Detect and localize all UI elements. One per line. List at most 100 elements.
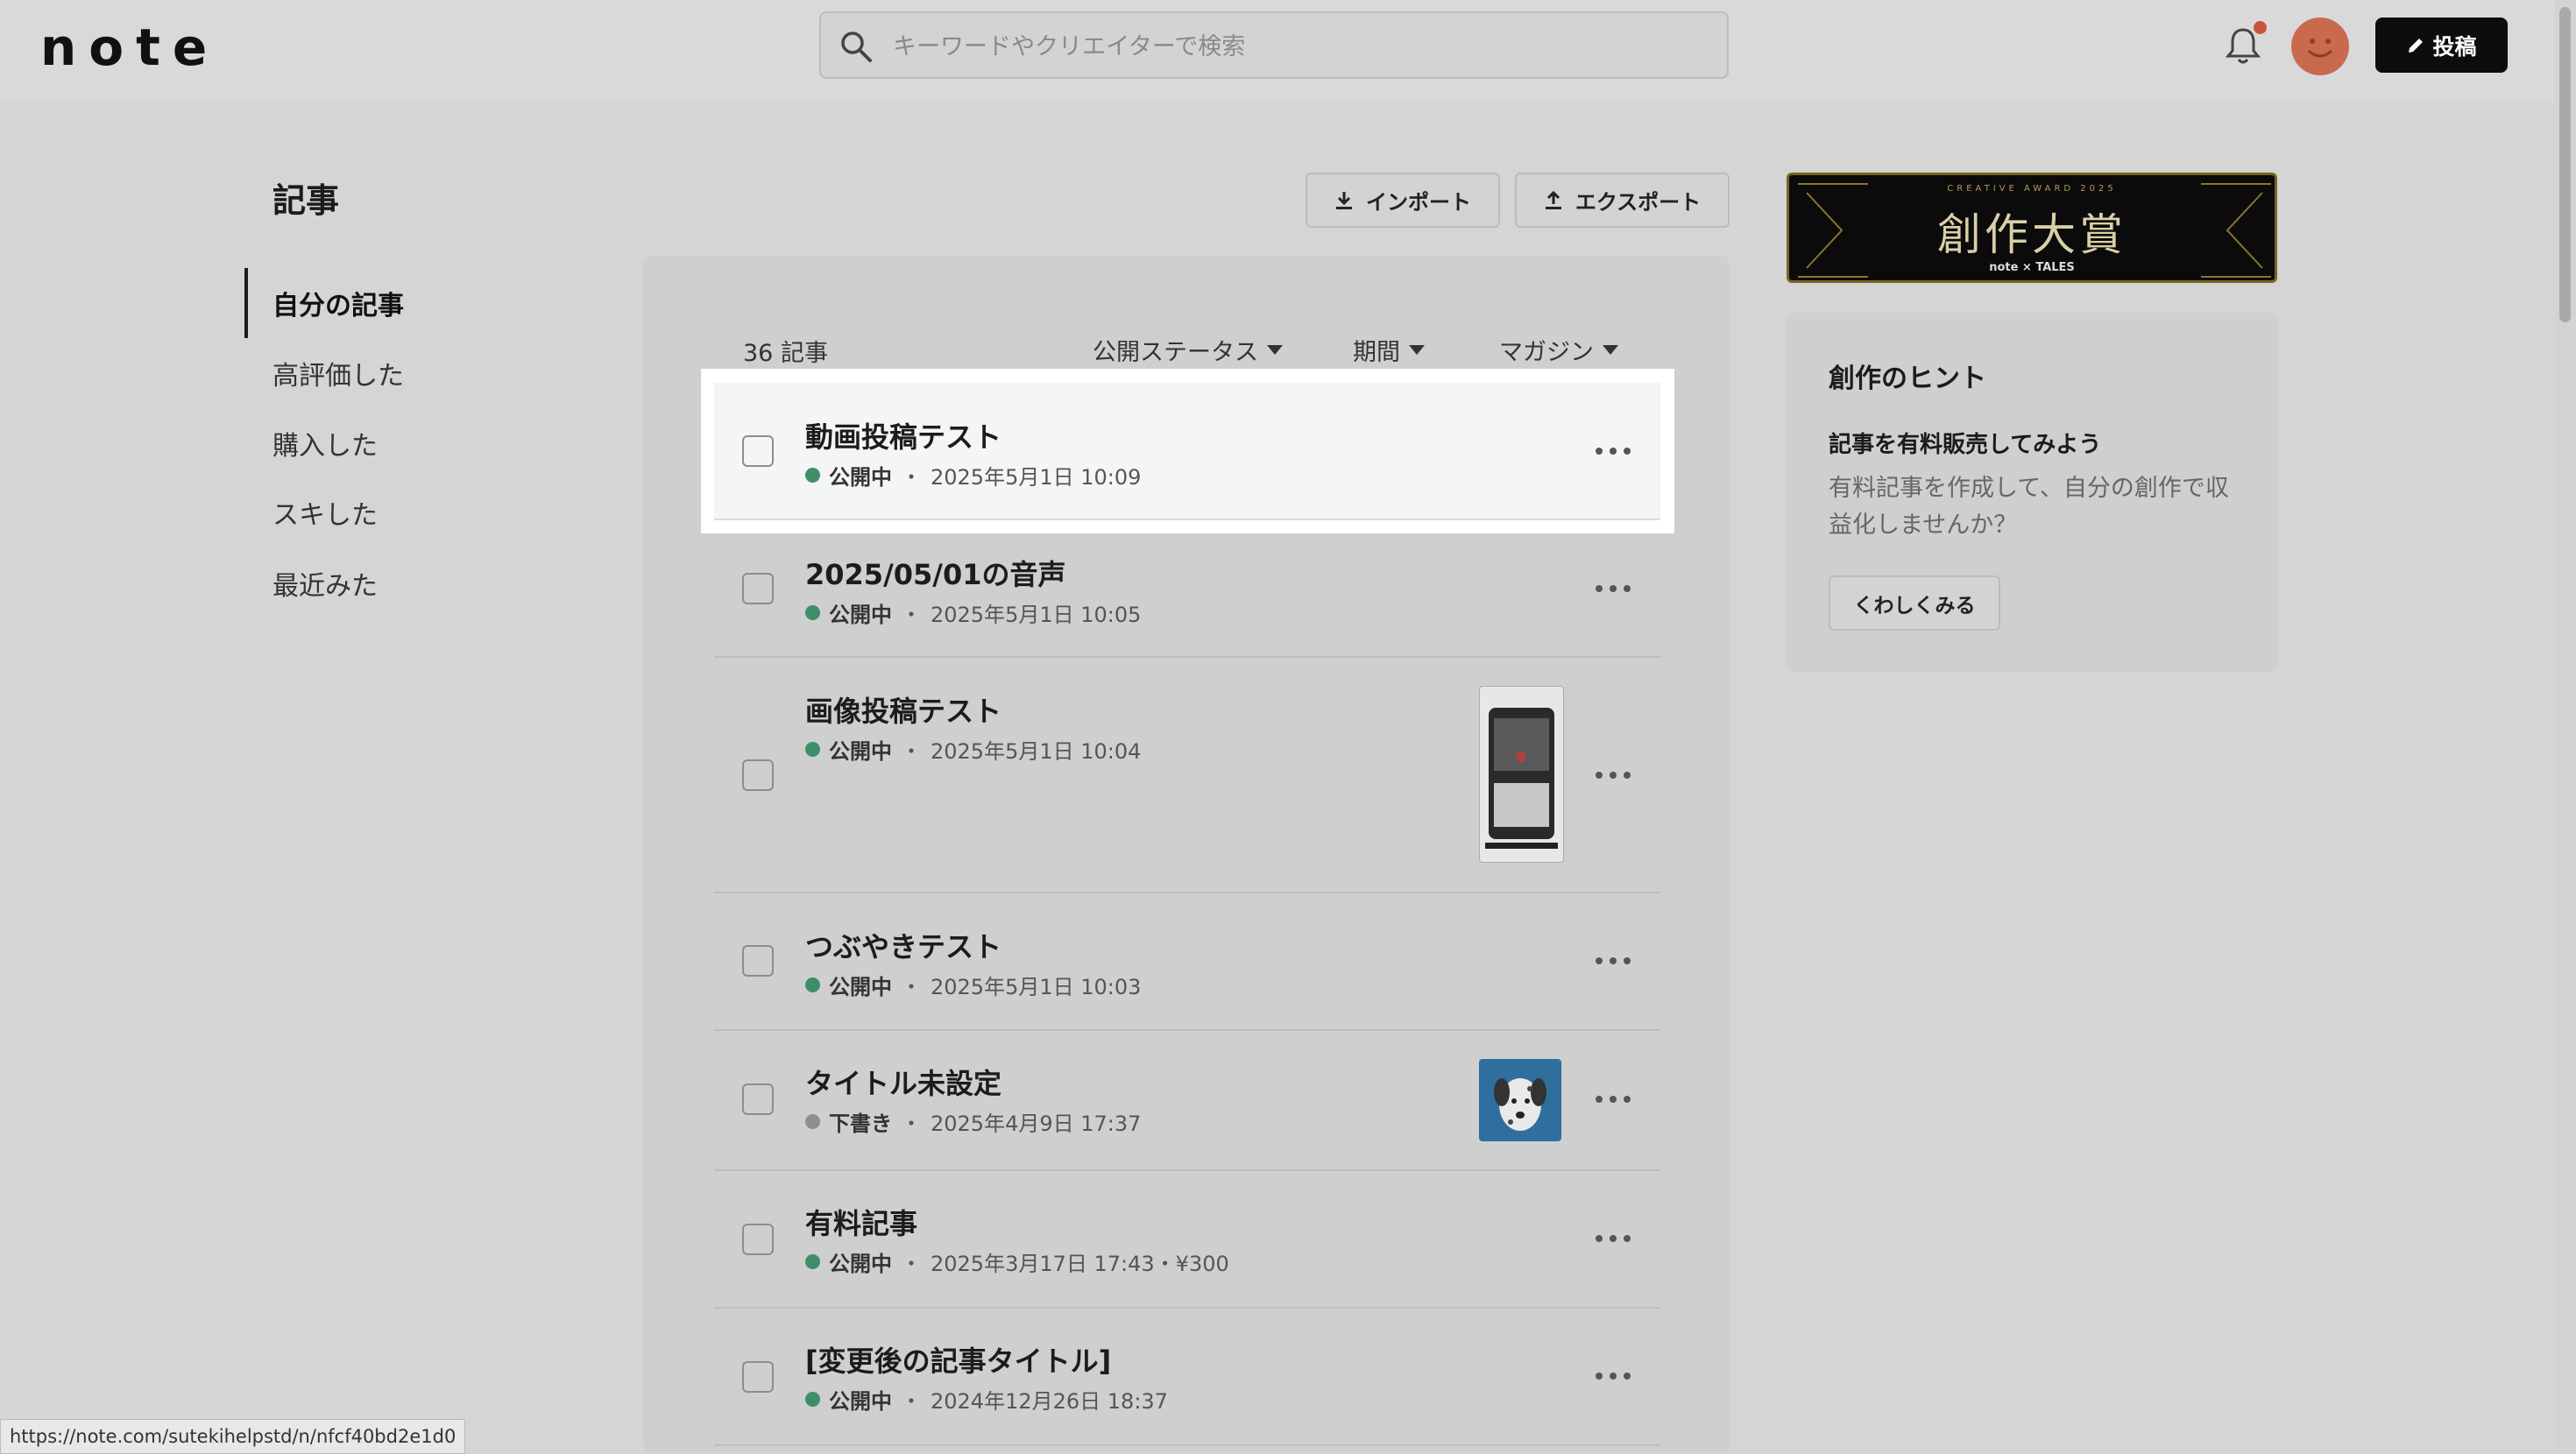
row-meta: 公開中 ・ 2024年12月26日 18:37 xyxy=(805,1384,1168,1415)
link-status-bar: https://note.com/sutekihelpstd/n/nfcf40b… xyxy=(0,1419,466,1454)
banner-title: 創作大賞 xyxy=(1937,209,2127,260)
table-row[interactable]: つぶやきテスト 公開中 ・ 2025年5月1日 10:03 xyxy=(714,893,1660,1031)
status-badge: 公開中 xyxy=(829,739,892,764)
row-checkbox[interactable] xyxy=(742,759,774,791)
status-badge: 下書き xyxy=(829,1112,892,1136)
thumbnail-dalmatian-image xyxy=(1479,1059,1561,1141)
hint-subtitle: 記事を有料販売してみよう xyxy=(1829,432,2102,458)
row-date: 2025年5月1日 10:03 xyxy=(931,975,1142,999)
row-checkbox[interactable] xyxy=(742,945,774,977)
status-dot xyxy=(805,468,820,483)
row-title[interactable]: 有料記事 xyxy=(805,1202,917,1242)
thumbnail-phone-screenshot xyxy=(1479,686,1564,863)
active-indicator xyxy=(244,268,248,338)
caret-down-icon xyxy=(1603,345,1618,355)
creative-award-banner[interactable]: CREATIVE AWARD 2025 創作大賞 note × TALES xyxy=(1787,173,2277,283)
status-dot xyxy=(805,1254,820,1269)
article-count: 36 記事 xyxy=(743,340,828,367)
row-meta: 公開中 ・ 2025年3月17日 17:43・¥300 xyxy=(805,1246,1229,1277)
avatar[interactable] xyxy=(2291,18,2349,75)
status-dot xyxy=(805,742,820,757)
pencil-icon xyxy=(2409,38,2424,53)
import-button-label: インポート xyxy=(1366,190,1471,215)
table-row[interactable]: [変更後の記事タイトル] 公開中 ・ 2024年12月26日 18:37 xyxy=(714,1309,1660,1446)
caret-down-icon xyxy=(1409,345,1425,355)
status-dot xyxy=(805,978,820,992)
row-date: 2024年12月26日 18:37 xyxy=(931,1389,1168,1414)
sidebar-item-suki[interactable]: スキした xyxy=(272,493,378,532)
status-badge: 公開中 xyxy=(829,603,892,627)
row-checkbox[interactable] xyxy=(742,1361,774,1393)
row-checkbox[interactable] xyxy=(742,573,774,604)
row-title[interactable]: つぶやきテスト xyxy=(805,925,1001,965)
sidebar-item-recent[interactable]: 最近みた xyxy=(272,564,378,603)
row-date: 2025年5月1日 10:04 xyxy=(931,739,1142,764)
row-title[interactable]: 動画投稿テスト xyxy=(805,415,1001,455)
row-checkbox[interactable] xyxy=(742,1224,774,1255)
hint-body: 有料記事を作成して、自分の創作で収益化しませんか？ xyxy=(1829,475,2229,539)
row-title[interactable]: 画像投稿テスト xyxy=(805,689,1001,730)
search-input[interactable] xyxy=(891,24,1683,69)
row-checkbox[interactable] xyxy=(742,435,774,467)
row-title[interactable]: [変更後の記事タイトル] xyxy=(805,1339,1111,1380)
hint-title: 創作のヒント xyxy=(1829,364,1986,394)
row-title[interactable]: タイトル未設定 xyxy=(805,1062,1001,1102)
upload-icon xyxy=(1545,190,1561,209)
row-checkbox[interactable] xyxy=(742,1083,774,1115)
filter-magazine-label: マガジン xyxy=(1499,339,1594,366)
sidebar-item-purchased[interactable]: 購入した xyxy=(272,424,378,462)
table-row[interactable]: 2025/05/01の音声 公開中 ・ 2025年5月1日 10:05 xyxy=(714,520,1660,658)
status-badge: 公開中 xyxy=(829,1389,892,1414)
filter-period-label: 期間 xyxy=(1353,339,1400,366)
status-badge: 公開中 xyxy=(829,1252,892,1276)
post-button-label: 投稿 xyxy=(2432,33,2477,60)
note-logo[interactable]: note xyxy=(40,18,219,77)
search-icon xyxy=(841,32,872,62)
row-date: 2025年5月1日 10:05 xyxy=(931,603,1142,627)
scrollbar-thumb[interactable] xyxy=(2559,7,2571,322)
notification-badge xyxy=(2254,21,2267,34)
row-date: 2025年4月9日 17:37 xyxy=(931,1112,1142,1136)
status-dot xyxy=(805,605,820,620)
filter-magazine[interactable]: マガジン xyxy=(1499,333,1618,367)
table-row[interactable]: 画像投稿テスト 公開中 ・ 2025年5月1日 10:04 xyxy=(714,658,1660,893)
import-button[interactable]: インポート xyxy=(1306,173,1500,228)
status-dot xyxy=(805,1392,820,1407)
smile-face-icon xyxy=(2307,39,2333,58)
more-options-icon[interactable] xyxy=(1596,772,1631,780)
row-date: 2025年3月17日 17:43・¥300 xyxy=(931,1252,1229,1276)
post-button[interactable]: 投稿 xyxy=(2375,18,2508,73)
more-options-icon[interactable] xyxy=(1596,1373,1631,1381)
row-date: 2025年5月1日 10:09 xyxy=(931,465,1142,490)
export-button-label: エクスポート xyxy=(1575,190,1702,215)
table-row[interactable]: タイトル未設定 下書き ・ 2025年4月9日 17:37 xyxy=(714,1031,1660,1171)
more-options-icon[interactable] xyxy=(1596,448,1631,456)
download-icon xyxy=(1336,191,1352,209)
row-meta: 公開中 ・ 2025年5月1日 10:09 xyxy=(805,460,1141,491)
status-dot xyxy=(805,1114,820,1129)
page-title: 記事 xyxy=(272,181,340,220)
search-box[interactable] xyxy=(819,11,1729,79)
learn-more-button[interactable]: くわしくみる xyxy=(1829,575,2000,631)
export-button[interactable]: エクスポート xyxy=(1515,173,1730,228)
caret-down-icon xyxy=(1267,345,1283,355)
more-options-icon[interactable] xyxy=(1596,1096,1631,1105)
row-meta: 公開中 ・ 2025年5月1日 10:03 xyxy=(805,970,1141,1000)
status-badge: 公開中 xyxy=(829,975,892,999)
more-options-icon[interactable] xyxy=(1596,1235,1631,1244)
filter-period[interactable]: 期間 xyxy=(1353,333,1425,367)
row-meta: 公開中 ・ 2025年5月1日 10:05 xyxy=(805,597,1141,628)
table-row[interactable]: 有料記事 公開中 ・ 2025年3月17日 17:43・¥300 xyxy=(714,1171,1660,1309)
banner-partners: note × TALES xyxy=(1989,261,2075,274)
sidebar-item-liked[interactable]: 高評価した xyxy=(272,354,404,392)
filter-status[interactable]: 公開ステータス xyxy=(1093,333,1283,367)
banner-subtitle: CREATIVE AWARD 2025 xyxy=(1947,184,2117,194)
sidebar-item-my-articles[interactable]: 自分の記事 xyxy=(272,284,404,322)
table-row[interactable]: 動画投稿テスト 公開中 ・ 2025年5月1日 10:09 xyxy=(714,383,1660,520)
creation-hint-card: 創作のヒント 記事を有料販売してみよう 有料記事を作成して、自分の創作で収益化し… xyxy=(1787,313,2277,672)
more-options-icon[interactable] xyxy=(1596,585,1631,594)
row-title[interactable]: 2025/05/01の音声 xyxy=(805,553,1066,593)
status-badge: 公開中 xyxy=(829,465,892,490)
more-options-icon[interactable] xyxy=(1596,957,1631,966)
filter-status-label: 公開ステータス xyxy=(1093,339,1258,366)
